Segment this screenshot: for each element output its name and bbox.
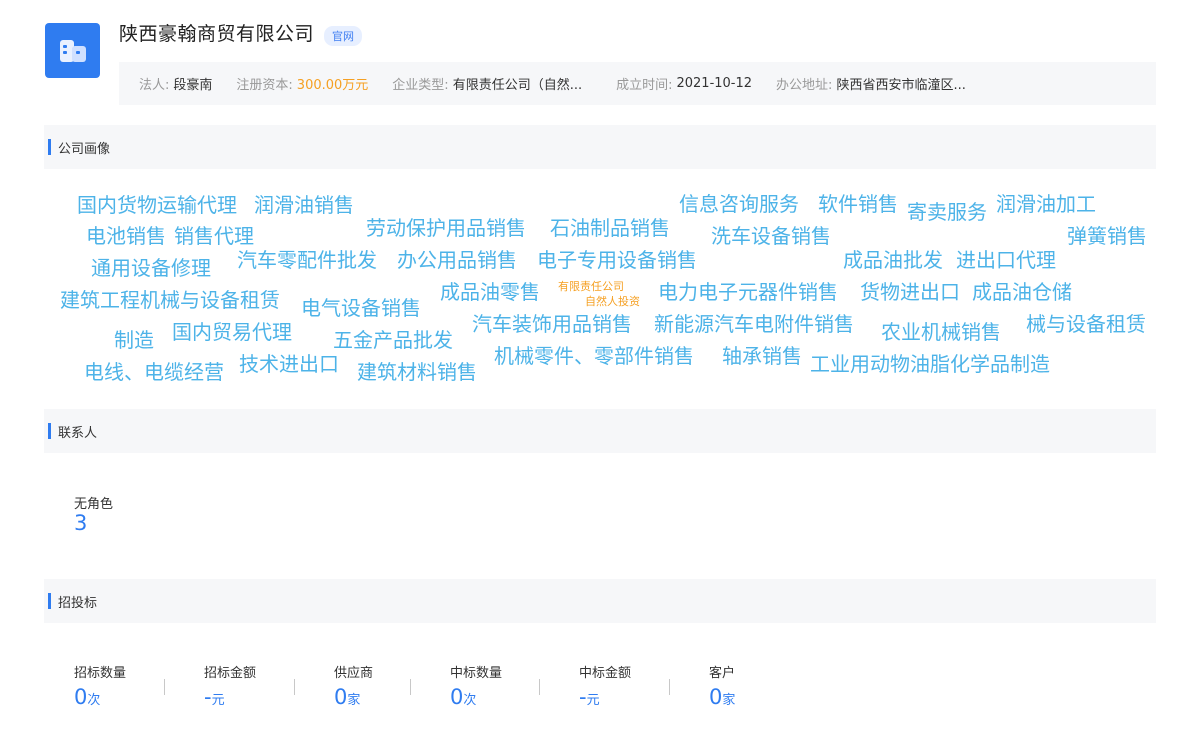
- building-icon: [59, 39, 86, 62]
- cloud-word: 弹簧销售: [1067, 224, 1147, 248]
- cloud-word: 通用设备修理: [91, 256, 211, 280]
- cloud-word: 建筑工程机械与设备租赁: [60, 288, 280, 312]
- cloud-word: 制造: [114, 328, 154, 352]
- cloud-word: 润滑油加工: [996, 192, 1096, 216]
- cloud-word: 进出口代理: [956, 248, 1056, 272]
- cloud-word: 电子专用设备销售: [537, 248, 697, 272]
- cloud-word: 汽车装饰用品销售: [472, 312, 632, 336]
- cloud-word: 办公用品销售: [397, 248, 517, 272]
- cloud-word: 械与设备租赁: [1026, 312, 1146, 336]
- stat-suppliers[interactable]: 供应商 0家: [334, 662, 373, 709]
- info-company-type: 企业类型: 有限责任公司（自然...: [392, 78, 583, 93]
- official-site-tag[interactable]: 官网: [324, 26, 362, 46]
- cloud-word: 农业机械销售: [881, 320, 1001, 344]
- cloud-word: 机械零件、零部件销售: [494, 344, 694, 368]
- cloud-word: 劳动保护用品销售: [366, 216, 526, 240]
- info-office-address: 办公地址: 陕西省西安市临潼区...: [776, 78, 966, 93]
- section-title: 联系人: [58, 425, 98, 441]
- cloud-word: 汽车零配件批发: [237, 248, 377, 272]
- section-contacts: 联系人: [44, 409, 1156, 453]
- cloud-word: 货物进出口: [860, 280, 960, 304]
- cloud-word: 润滑油销售: [254, 193, 354, 217]
- cloud-word: 洗车设备销售: [711, 224, 831, 248]
- stat-divider: [410, 679, 411, 695]
- cloud-word: 寄卖服务: [907, 200, 987, 224]
- cloud-word: 成品油零售: [440, 280, 540, 304]
- cloud-word: 电池销售: [86, 224, 166, 248]
- cloud-word: 石油制品销售: [550, 216, 670, 240]
- section-tender: 招投标: [44, 579, 1156, 623]
- cloud-word: 国内贸易代理: [172, 320, 292, 344]
- cloud-word: 成品油批发: [843, 248, 943, 272]
- stat-bid-amount[interactable]: 招标金额 -元: [204, 662, 256, 709]
- contact-count[interactable]: 3: [74, 511, 87, 535]
- cloud-word: 电线、电缆经营: [84, 360, 224, 384]
- section-title: 招投标: [58, 595, 98, 611]
- company-name: 陕西豪翰商贸有限公司: [119, 23, 315, 45]
- cloud-word-small: 自然人投资: [585, 295, 640, 308]
- cloud-word: 销售代理: [174, 224, 254, 248]
- section-portrait: 公司画像: [44, 125, 1156, 169]
- company-info-bar: 法人: 段豪南 注册资本: 300.00万元 企业类型: 有限责任公司（自然..…: [119, 62, 1156, 105]
- section-marker: [48, 423, 51, 439]
- stat-bid-count[interactable]: 招标数量 0次: [74, 662, 126, 709]
- stat-divider: [294, 679, 295, 695]
- stat-customers[interactable]: 客户 0家: [709, 662, 735, 709]
- cloud-word: 电气设备销售: [301, 296, 421, 320]
- info-registered-capital: 注册资本: 300.00万元: [236, 78, 369, 93]
- info-founded-date: 成立时间: 2021-10-12: [616, 76, 753, 93]
- contact-role-label: 无角色: [74, 497, 114, 512]
- stat-divider: [164, 679, 165, 695]
- cloud-word: 成品油仓储: [972, 280, 1072, 304]
- stat-win-count[interactable]: 中标数量 0次: [450, 662, 502, 709]
- cloud-word: 技术进出口: [239, 352, 339, 376]
- cloud-word: 电力电子元器件销售: [658, 280, 838, 304]
- stat-win-amount[interactable]: 中标金额 -元: [579, 662, 631, 709]
- cloud-word: 五金产品批发: [333, 328, 453, 352]
- cloud-word: 轴承销售: [722, 344, 802, 368]
- cloud-word-small: 有限责任公司: [558, 280, 624, 293]
- stat-divider: [539, 679, 540, 695]
- section-marker: [48, 139, 51, 155]
- cloud-word: 国内货物运输代理: [77, 193, 237, 217]
- stat-divider: [669, 679, 670, 695]
- section-title: 公司画像: [58, 141, 111, 157]
- info-legal-person: 法人: 段豪南: [139, 78, 213, 93]
- cloud-word: 新能源汽车电附件销售: [654, 312, 854, 336]
- cloud-word: 建筑材料销售: [357, 360, 477, 384]
- cloud-word: 工业用动物油脂化学品制造: [810, 352, 1050, 376]
- business-scope-word-cloud: 国内货物运输代理 润滑油销售 信息咨询服务 软件销售 寄卖服务 润滑油加工 电池…: [44, 170, 1164, 395]
- section-marker: [48, 593, 51, 609]
- cloud-word: 软件销售: [818, 192, 898, 216]
- cloud-word: 信息咨询服务: [679, 192, 799, 216]
- company-logo: [45, 23, 100, 78]
